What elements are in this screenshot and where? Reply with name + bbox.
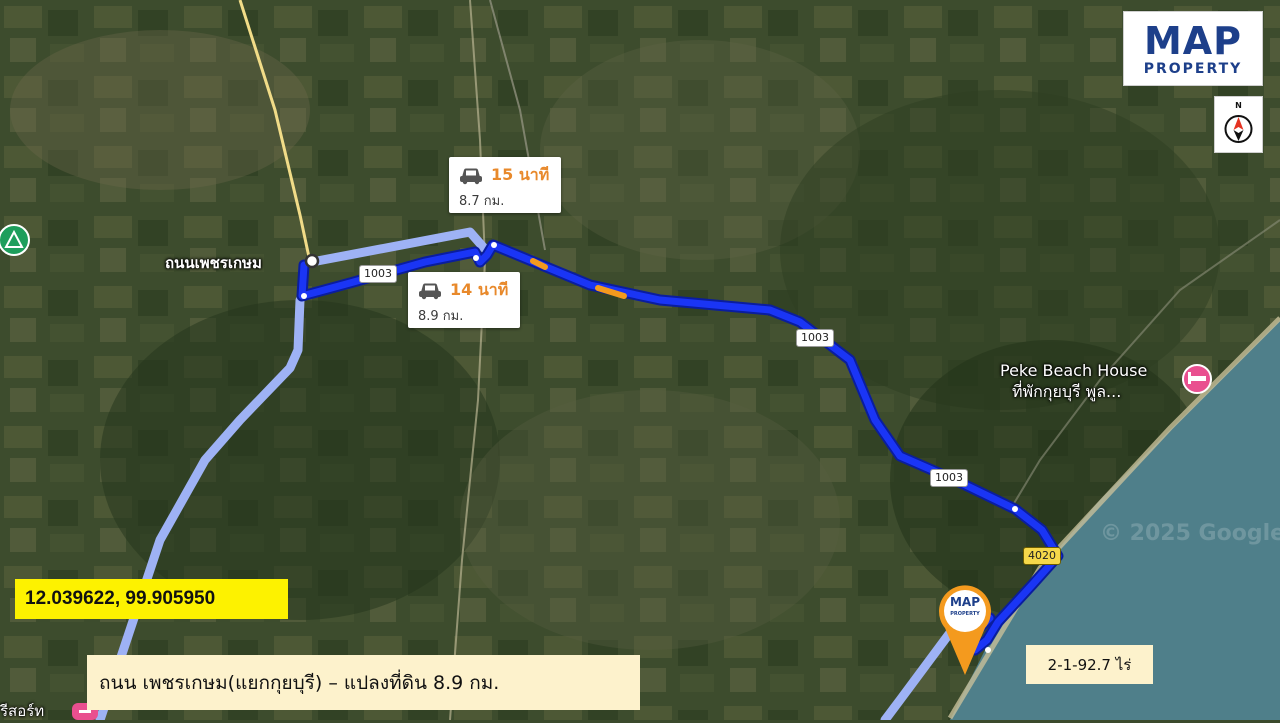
route-waypoint	[301, 293, 307, 299]
logo-main-text: MAP	[1144, 21, 1242, 61]
alt-route-duration: 15 นาที	[491, 165, 550, 184]
origin-marker[interactable]	[304, 253, 320, 269]
hotel-pin-icon[interactable]	[1182, 364, 1212, 394]
beach-house-label[interactable]: Peke Beach House ที่พักกุยบุรี พูล...	[1000, 360, 1147, 402]
route-waypoint	[1012, 506, 1018, 512]
compass-north-label: N	[1235, 101, 1242, 110]
beach-house-subtitle: ที่พักกุยบุรี พูล...	[1012, 382, 1122, 401]
map-property-logo: MAP PROPERTY	[1123, 11, 1263, 86]
route-waypoint	[491, 242, 497, 248]
main-route-duration: 14 นาที	[450, 280, 509, 299]
compass: N	[1214, 96, 1263, 153]
land-area-label: 2-1-92.7 ไร่	[1026, 645, 1153, 684]
pin-logo: MAP PROPERTY	[944, 596, 986, 620]
car-icon	[419, 283, 441, 299]
main-route-time-label[interactable]: 14 นาที 8.9 กม.	[408, 272, 520, 328]
alt-route-distance: 8.7 กม.	[459, 194, 505, 209]
road-number-badge: 1003	[359, 265, 397, 283]
campsite-pin-icon[interactable]	[0, 224, 30, 256]
resort-label: รีสอร์ท	[0, 702, 45, 720]
route-waypoint	[985, 647, 991, 653]
car-icon	[460, 168, 482, 184]
alt-route-time-label[interactable]: 15 นาที 8.7 กม.	[449, 157, 561, 213]
origin-road-label: ถนนเพชรเกษม	[165, 254, 262, 272]
beach-house-name: Peke Beach House	[1000, 361, 1148, 380]
coordinates-label: 12.039622, 99.905950	[15, 579, 288, 619]
pin-logo-main: MAP	[949, 595, 981, 609]
route-waypoint	[473, 255, 479, 261]
road-number-badge: 1003	[796, 329, 834, 347]
logo-sub-text: PROPERTY	[1143, 60, 1243, 77]
road-number-badge: 1003	[930, 469, 968, 487]
main-route-distance: 8.9 กม.	[418, 309, 464, 324]
map-watermark: © 2025 Google	[1100, 521, 1280, 546]
route-caption: ถนน เพชรเกษม(แยกกุยบุรี) – แปลงที่ดิน 8.…	[87, 655, 640, 710]
logo-main-letters: MAP	[1143, 18, 1243, 63]
compass-icon: N	[1224, 101, 1253, 143]
pin-logo-sub: PROPERTY	[950, 611, 980, 617]
road-number-badge: 4020	[1023, 547, 1061, 565]
